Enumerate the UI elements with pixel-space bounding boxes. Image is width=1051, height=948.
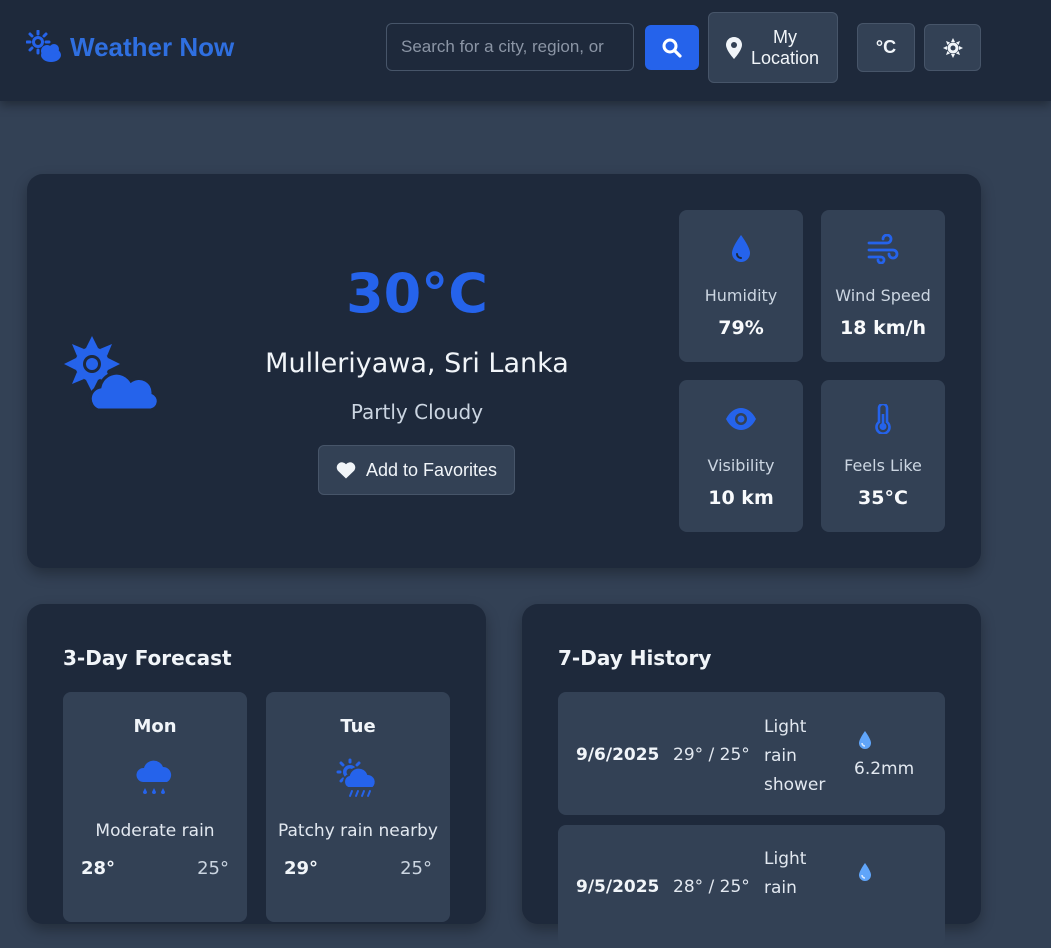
- forecast-min-temp: 25°: [197, 858, 229, 879]
- history-date: 9/6/2025: [576, 745, 660, 765]
- droplet-icon: [732, 235, 750, 262]
- my-location-button[interactable]: My Location: [708, 12, 838, 83]
- forecast-day-name: Mon: [133, 716, 177, 737]
- history-condition: Light rain: [764, 849, 807, 898]
- forecast-min-temp: 25°: [400, 858, 432, 879]
- history-precipitation: 6.2mm: [854, 759, 915, 779]
- wind-icon: [867, 234, 899, 264]
- visibility-label: Visibility: [707, 456, 775, 475]
- visibility-tile: Visibility 10 km: [679, 380, 803, 532]
- humidity-label: Humidity: [704, 286, 778, 305]
- forecast-card: 3-Day Forecast Mon Moderate rain 28° 25°…: [27, 604, 486, 924]
- forecast-max-temp: 28°: [81, 858, 116, 879]
- add-to-favorites-button[interactable]: Add to Favorites: [318, 445, 515, 495]
- forecast-title: 3-Day Forecast: [63, 646, 232, 670]
- thermometer-icon: [875, 404, 891, 434]
- raindrop-icon: [859, 863, 871, 881]
- forecast-condition: Patchy rain nearby: [278, 821, 438, 841]
- humidity-tile: Humidity 79%: [679, 210, 803, 362]
- visibility-value: 10 km: [708, 487, 774, 509]
- current-condition: Partly Cloudy: [350, 400, 484, 424]
- location-name: Mulleriyawa, Sri Lanka: [265, 348, 569, 379]
- history-temps: 28° / 25°: [673, 877, 750, 897]
- history-title: 7-Day History: [558, 646, 712, 670]
- my-location-label: My Location: [750, 26, 820, 68]
- forecast-max-temp: 29°: [284, 858, 319, 879]
- humidity-value: 79%: [718, 317, 764, 339]
- favorites-label: Add to Favorites: [365, 459, 498, 480]
- feels-like-tile: Feels Like 35°C: [821, 380, 945, 532]
- history-card: 7-Day History 9/6/2025 29° / 25° Light r…: [522, 604, 981, 948]
- forecast-day-name: Tue: [340, 716, 376, 737]
- app-title: Weather Now: [70, 31, 235, 62]
- sun-icon: [942, 37, 963, 58]
- theme-toggle-button[interactable]: [924, 24, 981, 71]
- feels-like-label: Feels Like: [844, 456, 922, 475]
- sun-cloud-rain-icon: [336, 758, 377, 797]
- history-row: 9/5/2025 28° / 25° Light rain: [558, 825, 945, 948]
- history-date: 9/5/2025: [576, 877, 660, 897]
- brand[interactable]: Weather Now: [26, 30, 234, 64]
- search-input[interactable]: [386, 23, 634, 71]
- forecast-day-card: Tue Patchy rain nearby 29° 25°: [266, 692, 450, 922]
- wind-speed-tile: Wind Speed 18 km/h: [821, 210, 945, 362]
- forecast-day-card: Mon Moderate rain 28° 25°: [63, 692, 247, 922]
- unit-label: °C: [875, 37, 897, 57]
- current-temperature: 30°C: [346, 262, 488, 325]
- raindrop-icon: [859, 731, 871, 749]
- forecast-condition: Moderate rain: [95, 821, 215, 841]
- feels-like-value: 35°C: [858, 487, 908, 509]
- history-row: 9/6/2025 29° / 25° Light rain shower 6.2…: [558, 692, 945, 815]
- cloud-rain-icon: [136, 760, 172, 794]
- history-condition: Light rain shower: [764, 717, 826, 795]
- sun-cloud-logo-icon: [26, 30, 61, 62]
- search-icon: [662, 38, 682, 58]
- heart-icon: [336, 462, 356, 479]
- current-weather-card: 30°C Mulleriyawa, Sri Lanka Partly Cloud…: [27, 174, 981, 568]
- app-header: Weather Now My Location °C: [0, 0, 1051, 101]
- history-temps: 29° / 25°: [673, 745, 750, 765]
- wind-speed-label: Wind Speed: [835, 286, 931, 305]
- map-pin-icon: [726, 36, 742, 59]
- unit-toggle-button[interactable]: °C: [857, 23, 915, 72]
- wind-speed-value: 18 km/h: [840, 317, 926, 339]
- search-button[interactable]: [645, 25, 699, 70]
- eye-icon: [726, 408, 756, 430]
- partly-cloudy-icon: [64, 336, 158, 412]
